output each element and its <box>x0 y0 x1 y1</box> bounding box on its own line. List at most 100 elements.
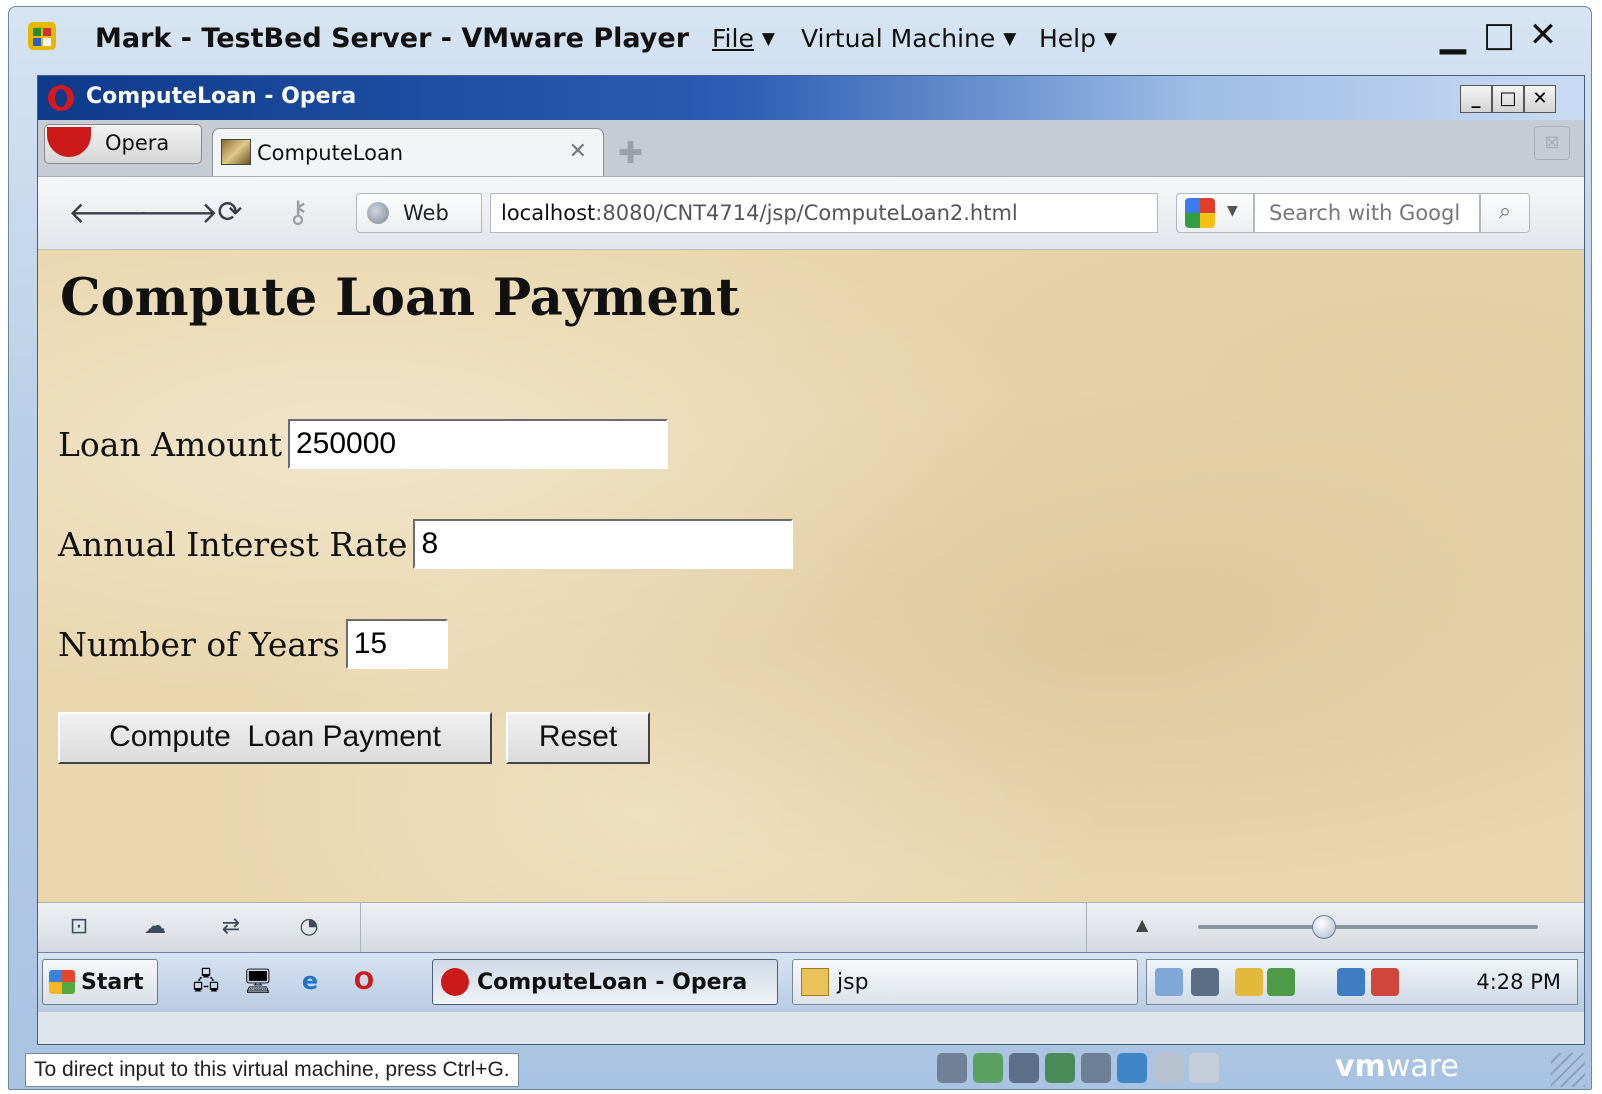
windows-flag-icon <box>49 970 75 994</box>
opera-titlebar: ComputeLoan - Opera _ □ ✕ <box>38 76 1584 120</box>
years-input[interactable] <box>345 619 448 669</box>
internet-explorer-icon[interactable]: e <box>294 965 326 997</box>
menu-file-label: File <box>712 24 754 53</box>
status-separator <box>1086 903 1087 953</box>
vmware-player-window: Mark - TestBed Server - VMware Player Fi… <box>8 6 1592 1090</box>
page-favicon-icon <box>221 139 251 165</box>
tab-bar: Opera ComputeLoan ✕ ✚ ⊠ <box>38 120 1584 176</box>
google-icon <box>1185 198 1215 228</box>
minimize-icon[interactable]: ▁ <box>1433 15 1473 55</box>
vmware-tools-icon[interactable] <box>1191 968 1219 996</box>
start-label: Start <box>81 970 144 995</box>
vmware-titlebar: Mark - TestBed Server - VMware Player Fi… <box>9 7 1591 69</box>
vmware-window-title: Mark - TestBed Server - VMware Player <box>95 23 690 54</box>
web-security-badge[interactable]: Web <box>356 193 482 233</box>
compute-loan-payment-button[interactable]: Compute Loan Payment <box>58 712 492 764</box>
show-desktop-icon[interactable]: 🖧 <box>190 965 222 997</box>
menu-help-dropdown-icon: ▼ <box>1104 29 1118 49</box>
search-input[interactable]: Search with Googl <box>1254 193 1480 233</box>
opera-minimize-icon[interactable]: _ <box>1460 85 1492 113</box>
status-separator <box>360 903 361 953</box>
clock: 4:28 PM <box>1476 970 1561 994</box>
resize-grip-icon[interactable] <box>1551 1053 1585 1087</box>
panel-toggle-icon[interactable]: ⊡ <box>62 912 96 942</box>
system-tray: 4:28 PM <box>1146 959 1578 1005</box>
task-label: ComputeLoan - Opera <box>477 970 748 995</box>
close-icon[interactable]: ✕ <box>1523 15 1563 55</box>
task-label: jsp <box>837 970 869 995</box>
address-bar[interactable]: localhost:8080/CNT4714/jsp/ComputeLoan2.… <box>490 193 1158 233</box>
interest-rate-input[interactable] <box>413 519 794 569</box>
opera-task-icon <box>441 968 469 996</box>
hard-disk-icon[interactable] <box>937 1053 967 1083</box>
menu-virtual-machine-dropdown-icon: ▼ <box>1003 29 1017 49</box>
loan-amount-input[interactable] <box>287 419 668 469</box>
opera-menu-button[interactable]: Opera <box>44 124 202 164</box>
menu-file-dropdown-icon: ▼ <box>761 29 775 49</box>
scheduler-icon[interactable] <box>1235 968 1263 996</box>
message-log-icon[interactable] <box>1189 1053 1219 1083</box>
key-icon[interactable]: ⚷ <box>278 195 318 230</box>
opera-maximize-icon[interactable]: □ <box>1492 85 1524 113</box>
opera-status-bar: ⊡ ☁ ⇄ ◔ ▲ <box>38 902 1584 953</box>
zoom-slider-knob[interactable] <box>1312 915 1336 939</box>
monitor-icon[interactable]: 🖥 <box>242 965 274 997</box>
web-badge-label: Web <box>403 201 449 225</box>
reset-button[interactable]: Reset <box>506 712 650 764</box>
years-label: Number of Years <box>58 624 340 664</box>
network-adapter-icon[interactable] <box>1045 1053 1075 1083</box>
opera-quicklaunch-icon[interactable]: O <box>348 965 380 997</box>
menu-virtual-machine[interactable]: Virtual Machine ▼ <box>801 24 1016 53</box>
address-host: localhost <box>501 201 596 225</box>
tab-computeloan[interactable]: ComputeLoan ✕ <box>212 128 604 176</box>
tab-label: ComputeLoan <box>257 141 404 165</box>
web-page-content: Compute Loan Payment Loan Amount Annual … <box>38 250 1584 902</box>
menu-help[interactable]: Help ▼ <box>1039 24 1117 53</box>
network-icon[interactable] <box>1155 968 1183 996</box>
sound-card-icon[interactable] <box>1117 1053 1147 1083</box>
security-icon[interactable] <box>1267 968 1295 996</box>
vmware-logo-rest: ware <box>1385 1049 1459 1084</box>
cd-drive-icon[interactable] <box>973 1053 1003 1083</box>
years-row: Number of Years <box>58 618 448 670</box>
tab-close-icon[interactable]: ✕ <box>569 139 587 164</box>
maximize-icon[interactable]: □ <box>1479 15 1519 55</box>
cloud-icon[interactable]: ☁ <box>138 912 172 942</box>
opera-window: ComputeLoan - Opera _ □ ✕ Opera ComputeL… <box>37 75 1585 1045</box>
menu-help-label: Help <box>1039 24 1096 53</box>
navigation-toolbar: 🡐 🡒 ⟳ ⚷ Web localhost:8080/CNT4714/jsp/C… <box>38 176 1584 250</box>
volume-muted-icon[interactable] <box>1371 968 1399 996</box>
closed-tabs-trash-icon[interactable]: ⊠ <box>1534 126 1570 160</box>
menu-file[interactable]: File ▼ <box>712 24 775 53</box>
unite-share-icon[interactable]: ⇄ <box>214 912 248 942</box>
vmware-footer: To direct input to this virtual machine,… <box>9 1047 1591 1091</box>
search-engine-selector[interactable]: ▼ <box>1176 193 1254 233</box>
zoom-slider-track[interactable] <box>1198 925 1538 929</box>
zoom-up-icon[interactable]: ▲ <box>1136 915 1148 934</box>
search-icon[interactable]: ⌕ <box>1480 193 1530 233</box>
usb-icon[interactable] <box>1153 1053 1183 1083</box>
loan-amount-label: Loan Amount <box>58 424 282 464</box>
folder-icon <box>801 968 829 996</box>
printer-icon[interactable] <box>1081 1053 1111 1083</box>
task-computeloan-opera[interactable]: ComputeLoan - Opera <box>432 959 778 1005</box>
floppy-icon[interactable] <box>1009 1053 1039 1083</box>
turbo-gauge-icon[interactable]: ◔ <box>292 912 326 942</box>
page-title: Compute Loan Payment <box>60 268 740 328</box>
task-jsp-folder[interactable]: jsp <box>792 959 1138 1005</box>
back-arrow-icon[interactable]: 🡐 <box>68 195 148 231</box>
start-button[interactable]: Start <box>42 959 158 1005</box>
reload-icon[interactable]: ⟳ <box>210 195 250 230</box>
forward-arrow-icon[interactable]: 🡒 <box>138 195 218 231</box>
chevron-down-icon: ▼ <box>1227 203 1238 219</box>
opera-logo-icon <box>48 85 74 111</box>
menu-virtual-machine-label: Virtual Machine <box>801 24 996 53</box>
opera-menu-logo-icon <box>47 127 91 157</box>
vmware-logo: vmware <box>1335 1049 1459 1084</box>
globe-icon <box>367 202 389 224</box>
opera-close-icon[interactable]: ✕ <box>1524 85 1556 113</box>
input-hint-text: To direct input to this virtual machine,… <box>25 1053 519 1087</box>
interest-rate-label: Annual Interest Rate <box>58 524 408 564</box>
display-icon[interactable] <box>1337 968 1365 996</box>
new-tab-icon[interactable]: ✚ <box>618 136 643 171</box>
